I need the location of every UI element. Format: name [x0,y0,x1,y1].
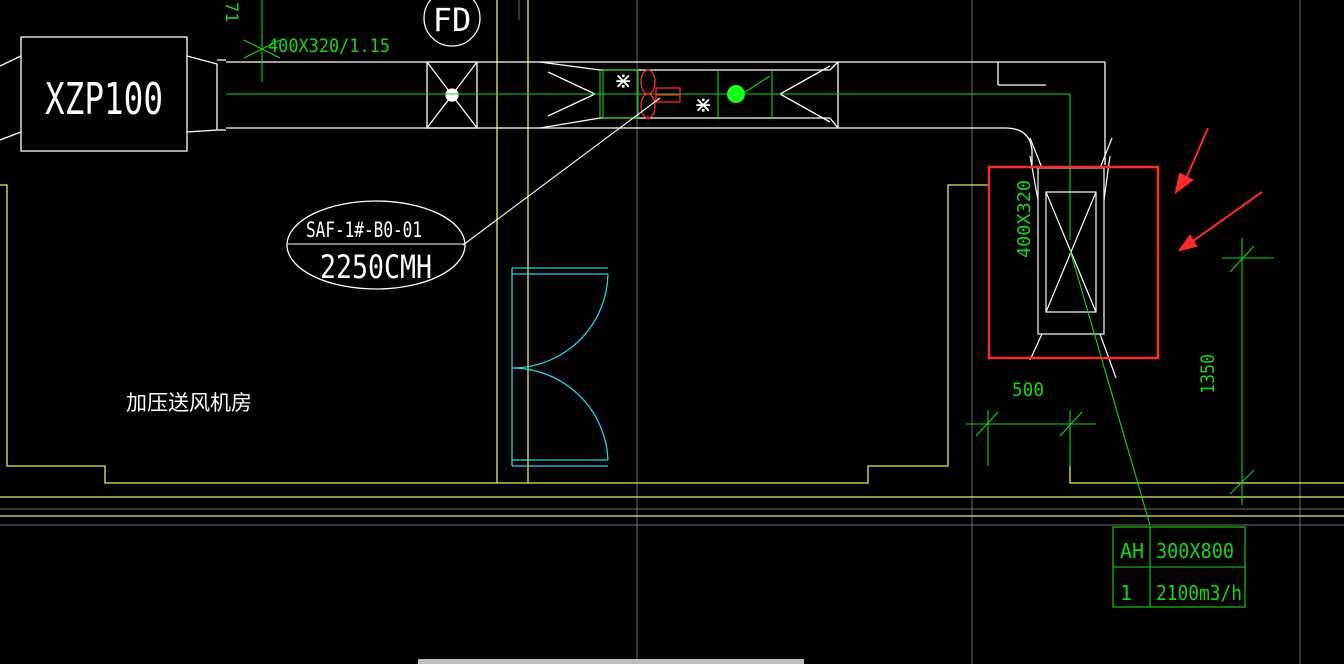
dim-height-label: 1350 [1197,354,1219,394]
room-name-label: 加压送风机房 [126,391,252,415]
fan-flow-label: 2250CMH [320,248,432,286]
duct-size-top-label: 400X320/1.15 [268,35,390,57]
supply-duct[interactable] [226,61,1106,165]
legend-row-qty: 1 [1120,581,1132,605]
fan-hatch-left: ⋇ [614,69,632,94]
air-grille-outlet[interactable] [1029,137,1117,379]
damper-tag: FD [433,1,472,39]
legend-row-flow: 2100m3/h [1156,581,1242,605]
door-swing [511,267,609,467]
legend-header-size: 300X800 [1156,539,1234,563]
cad-drawing-canvas: XZP100 FD 71 400X320/1.15 ⋇ ⋇ SAF-1#-B0-… [0,0,1344,664]
room-walls [0,0,1344,517]
fan-hatch-right: ⋇ [694,93,712,118]
axis-lines [0,0,1344,664]
horizontal-scrollbar[interactable] [418,659,804,664]
duct-size-vertical-label: 400X320 [1014,180,1035,258]
legend-header-code: AH [1120,539,1144,563]
unit-name-label: XZP100 [45,74,163,125]
dim-width-label: 500 [1012,379,1044,401]
red-arrow-lower [1177,191,1263,252]
fan-tag-id: SAF-1#-B0-01 [306,218,422,242]
red-arrow-upper [1174,127,1209,195]
fan-tag-leader [462,97,661,246]
top-cut-number: 71 [221,2,241,22]
